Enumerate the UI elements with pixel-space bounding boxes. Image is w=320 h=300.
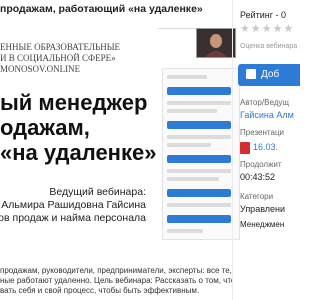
chat-line [167, 169, 231, 173]
chat-line [167, 135, 231, 139]
chat-line [167, 229, 203, 233]
pdf-icon [240, 142, 250, 154]
duration-value: 00:43:52 [240, 172, 276, 182]
chat-line [167, 143, 211, 147]
slide-organization: ЕННЫЕ ОБРАЗОВАТЕЛЬНЫЕ И В СОЦИАЛЬНОЙ СФЕ… [0, 42, 121, 74]
chat-highlight [167, 155, 231, 163]
rating-stars-icon[interactable]: ★★★★★ [240, 22, 294, 35]
webinar-description: продажам, руководители, предприниматели,… [0, 266, 232, 300]
chat-line [167, 75, 207, 79]
chat-panel[interactable] [162, 68, 240, 240]
duration-label: Продолжит [240, 160, 282, 169]
presentation-slide: ЕННЫЕ ОБРАЗОВАТЕЛЬНЫЕ И В СОЦИАЛЬНОЙ СФЕ… [0, 28, 158, 266]
page-title: продажам, работающий «на удаленке» [0, 0, 218, 29]
chat-line [167, 101, 231, 105]
chat-highlight [167, 215, 231, 223]
speaker-video[interactable] [196, 28, 236, 58]
column-divider [232, 0, 233, 300]
chat-line [167, 203, 231, 207]
presentation-link[interactable]: 16.03. [253, 142, 278, 152]
chat-line [167, 109, 217, 113]
slide-headline: ый менеджер одажам, «на удаленке» [0, 90, 157, 165]
slide-speaker: Ведущий вебинара: Альмира Рашидовна Гайс… [0, 186, 146, 224]
chat-line [167, 177, 219, 181]
chat-highlight [167, 121, 231, 129]
presentation-label: Презентаци [240, 128, 284, 137]
category-value[interactable]: Управлени [240, 204, 285, 214]
category-label: Категори [240, 192, 274, 201]
add-button[interactable]: Доб [238, 64, 300, 86]
author-label: Автор/Ведущ [240, 98, 289, 107]
chat-highlight [167, 189, 231, 197]
rating-label: Рейтинг - 0 [240, 10, 287, 20]
speaker-portrait-icon [197, 29, 235, 57]
author-link[interactable]: Гайсина Алм [240, 110, 294, 120]
add-icon [246, 69, 256, 80]
chat-highlight [167, 87, 231, 95]
rating-subtitle: Оценка вебинара [240, 43, 298, 50]
tag-value[interactable]: Менеджмен [240, 220, 284, 229]
